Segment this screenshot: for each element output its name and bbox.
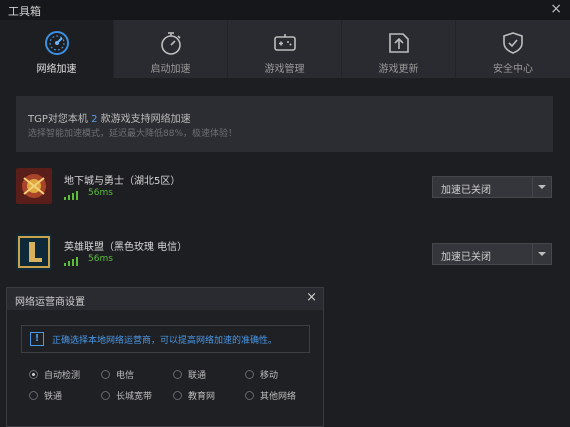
isp-notice: ! 正确选择本地网络运营商，可以提高网络加速的准确性。 <box>21 325 310 353</box>
dropdown-value: 加速已关闭 <box>441 185 491 196</box>
radio-label: 铁通 <box>44 392 63 402</box>
tab-game-manage[interactable]: 游戏管理 <box>228 20 342 78</box>
tab-network-boost[interactable]: 网络加速 <box>0 20 114 78</box>
isp-settings-dialog: 网络运营商设置 × ! 正确选择本地网络运营商，可以提高网络加速的准确性。 自动… <box>6 287 324 427</box>
shield-check-icon <box>503 32 523 54</box>
tab-label: 游戏管理 <box>264 64 305 75</box>
window-title: 工具箱 <box>8 5 41 18</box>
info-icon: ! <box>30 332 44 346</box>
dropdown-toggle[interactable] <box>532 177 551 197</box>
tab-label: 安全中心 <box>493 64 533 75</box>
tab-bar: 网络加速 启动加速 游戏管理 游戏更新 安全中心 <box>0 20 570 78</box>
support-subtitle: 选择智能加速模式，延迟最大降低88%，极速体验！ <box>28 129 238 139</box>
dialog-title: 网络运营商设置 <box>15 297 85 308</box>
radio-label: 其他网络 <box>260 392 297 402</box>
game-row: 英雄联盟（黑色玫瑰 电信） 56ms 加速已关闭 <box>16 234 553 274</box>
dialog-header: 网络运营商设置 × <box>7 288 323 310</box>
tab-label: 游戏更新 <box>378 64 419 75</box>
radio-dot <box>245 370 254 379</box>
support-count-text: TGP对您本机 2 款游戏支持网络加速 <box>28 110 191 125</box>
signal-icon <box>64 191 78 200</box>
chevron-down-icon <box>538 185 546 189</box>
radio-dot <box>173 370 182 379</box>
boost-status-dropdown[interactable]: 加速已关闭 <box>432 243 552 265</box>
dropdown-toggle[interactable] <box>532 244 551 264</box>
radio-dot <box>101 391 110 400</box>
radio-label: 联通 <box>188 371 207 381</box>
support-suffix: 款游戏支持网络加速 <box>97 114 191 125</box>
dialog-close-button[interactable]: × <box>306 290 317 305</box>
speedometer-icon <box>45 31 69 55</box>
lol-game-icon <box>16 234 52 270</box>
game-name: 英雄联盟（黑色玫瑰 电信） <box>64 242 188 253</box>
window-close-button[interactable]: × <box>550 1 562 17</box>
boost-status-dropdown[interactable]: 加速已关闭 <box>432 176 552 198</box>
radio-dot <box>173 391 182 400</box>
game-row: 地下城与勇士（湖北5区） 56ms 加速已关闭 <box>16 168 553 208</box>
stopwatch-icon <box>161 32 181 55</box>
tab-launch-boost[interactable]: 启动加速 <box>114 20 228 78</box>
dropdown-value: 加速已关闭 <box>441 252 491 263</box>
radio-label: 长城宽带 <box>116 392 153 402</box>
radio-dot <box>29 370 38 379</box>
notice-text: 正确选择本地网络运营商，可以提高网络加速的准确性。 <box>52 336 278 346</box>
radio-label: 教育网 <box>188 392 216 402</box>
radio-dot <box>245 391 254 400</box>
ping-value: 56ms <box>88 254 113 264</box>
radio-dot <box>101 370 110 379</box>
radio-label: 电信 <box>116 371 135 381</box>
gamepad-icon <box>274 34 296 51</box>
tab-label: 启动加速 <box>150 64 191 75</box>
radio-dot <box>29 391 38 400</box>
game-name: 地下城与勇士（湖北5区） <box>64 176 181 187</box>
signal-icon <box>64 257 78 266</box>
ping-value: 56ms <box>88 188 113 198</box>
title-bar: 工具箱 × <box>0 0 570 20</box>
support-prefix: TGP对您本机 <box>28 114 92 125</box>
dnf-game-icon <box>16 168 52 204</box>
radio-label: 自动检测 <box>44 371 81 381</box>
update-arrow-icon <box>389 33 409 53</box>
radio-label: 移动 <box>260 371 279 381</box>
tab-security-center[interactable]: 安全中心 <box>456 20 570 78</box>
tab-game-update[interactable]: 游戏更新 <box>342 20 456 78</box>
chevron-down-icon <box>538 252 546 256</box>
tab-label: 网络加速 <box>36 64 77 75</box>
support-info-box: TGP对您本机 2 款游戏支持网络加速 选择智能加速模式，延迟最大降低88%，极… <box>16 96 553 152</box>
